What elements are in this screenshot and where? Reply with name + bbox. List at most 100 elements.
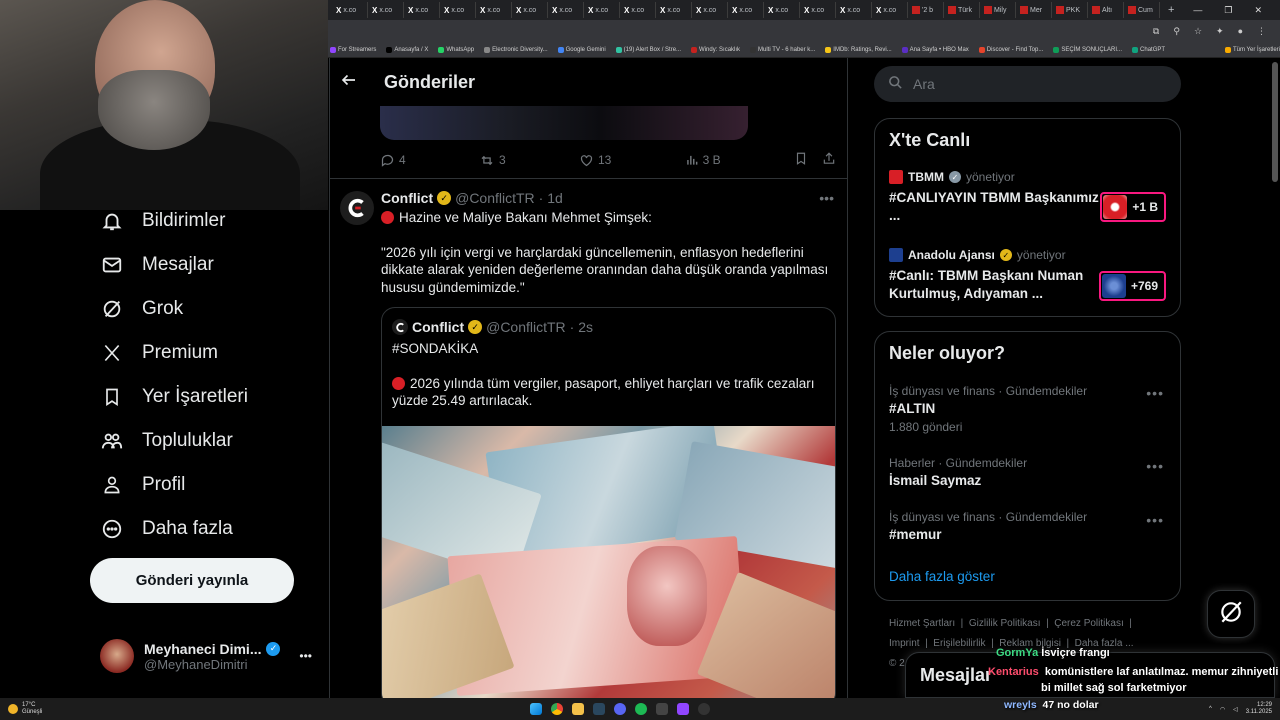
nav-profile[interactable]: Profil (100, 465, 185, 505)
browser-tab[interactable]: Xx.co (656, 2, 692, 18)
tweet-time[interactable]: · 1d (539, 190, 563, 206)
browser-tab[interactable]: Xx.co (440, 2, 476, 18)
extensions-icon[interactable]: ⧉ (1153, 26, 1159, 37)
browser-tab[interactable]: Xx.co (548, 2, 584, 18)
browser-tab[interactable]: XTürk (944, 2, 980, 18)
scrollbar[interactable] (1272, 62, 1278, 182)
bookmark-item[interactable]: WhatsApp (438, 46, 474, 53)
profile-icon[interactable]: ● (1238, 26, 1243, 36)
obs-icon[interactable] (698, 703, 710, 715)
weather-widget[interactable]: 17°C Güneşli (0, 702, 42, 716)
tweet-menu-icon[interactable]: ••• (819, 190, 836, 206)
chevron-up-icon[interactable]: ^ (1209, 706, 1212, 712)
browser-tab[interactable]: Xx.co (620, 2, 656, 18)
zoom-icon[interactable]: ⚲ (1173, 26, 1180, 37)
show-more-link[interactable]: Daha fazla göster (889, 569, 995, 584)
browser-tab[interactable]: Xx.co (692, 2, 728, 18)
trend-item[interactable]: İş dünyası ve finans · Gündemdekiler #me… (889, 510, 1169, 542)
back-arrow-icon[interactable] (340, 71, 358, 94)
banknotes-image[interactable] (382, 426, 835, 698)
tweet-author-name[interactable]: Conflict (381, 190, 433, 206)
footer-link[interactable]: Çerez Politikası (1054, 618, 1123, 629)
live-badge-aa[interactable]: +769 (1098, 271, 1166, 301)
steam-icon[interactable] (593, 703, 605, 715)
browser-tab[interactable]: Xx.co (404, 2, 440, 18)
nav-grok[interactable]: Grok (100, 289, 183, 329)
twitch-icon[interactable] (677, 703, 689, 715)
browser-tab[interactable]: Xx.co (332, 2, 368, 18)
reply-button[interactable]: 4 (380, 153, 406, 168)
trend-item[interactable]: İş dünyası ve finans · Gündemdekiler #AL… (889, 384, 1169, 434)
star-icon[interactable]: ☆ (1194, 26, 1202, 37)
bookmark-item[interactable]: Discover - Find Top... (978, 46, 1043, 53)
browser-tab[interactable]: Xx.co (368, 2, 404, 18)
browser-tab[interactable]: Xx.co (800, 2, 836, 18)
nav-communities[interactable]: Topluluklar (100, 421, 233, 461)
bookmark-item[interactable]: IMDb: Ratings, Revi... (825, 46, 892, 53)
discord-icon[interactable] (614, 703, 626, 715)
nav-premium[interactable]: Premium (100, 333, 218, 373)
repost-button[interactable]: 3 (479, 153, 506, 168)
bookmark-item[interactable]: Electronic Diversity... (484, 46, 548, 53)
browser-tab[interactable]: Xx.co (728, 2, 764, 18)
bookmark-item[interactable]: (19) Alert Box / Stre... (615, 46, 681, 53)
nav-bookmarks[interactable]: Yer İşaretleri (100, 377, 248, 417)
bookmark-item[interactable]: Ana Sayfa • HBO Max (901, 46, 969, 53)
browser-tab[interactable]: XPKK (1052, 2, 1088, 18)
views-button[interactable]: 3 B (685, 153, 721, 167)
chrome-icon[interactable] (551, 703, 563, 715)
browser-tab[interactable]: Xx.co (836, 2, 872, 18)
tweet-author-handle[interactable]: @ConflictTR (455, 190, 535, 206)
browser-tab[interactable]: Xx.co (872, 2, 908, 18)
bookmark-item[interactable]: Windy: Sıcaklık (691, 46, 740, 53)
browser-tab[interactable]: XAltı (1088, 2, 1124, 18)
browser-tab[interactable]: Xx.co (476, 2, 512, 18)
speaker-icon[interactable]: ◁ (1233, 706, 1238, 713)
account-menu-icon[interactable]: ••• (299, 649, 312, 663)
bookmark-item[interactable]: Tüm Yer İşaretleri (1224, 46, 1280, 53)
browser-tab[interactable]: XMer (1016, 2, 1052, 18)
footer-link[interactable]: Gizlilik Politikası (969, 618, 1041, 629)
search-input[interactable]: Ara (874, 66, 1181, 102)
windows-start-icon[interactable] (530, 703, 542, 715)
trend-menu-icon[interactable]: ••• (1146, 385, 1164, 401)
browser-tab[interactable]: Xx.co (512, 2, 548, 18)
puzzle-icon[interactable]: ✦ (1216, 26, 1224, 37)
footer-link[interactable]: Imprint (889, 638, 920, 649)
nav-messages[interactable]: Mesajlar (100, 245, 214, 285)
quoted-tweet[interactable]: Conflict ✓ @ConflictTR · 2s #SONDAKİKA 2… (381, 307, 836, 698)
footer-link[interactable]: Hizmet Şartları (889, 618, 955, 629)
share-icon[interactable] (822, 151, 836, 169)
bookmark-item[interactable]: SEÇİM SONUÇLARI... (1053, 46, 1122, 53)
trend-item[interactable]: Haberler · Gündemdekiler İsmail Saymaz (889, 456, 1169, 488)
wifi-icon[interactable]: ◠ (1220, 706, 1225, 713)
browser-tab[interactable]: X'2 b (908, 2, 944, 18)
folder-icon[interactable] (572, 703, 584, 715)
live-badge-tbmm[interactable]: +1 B (1100, 192, 1166, 222)
trend-menu-icon[interactable]: ••• (1146, 458, 1164, 474)
close-icon[interactable]: ✕ (1254, 5, 1262, 16)
browser-tab[interactable]: Xx.co (584, 2, 620, 18)
bookmark-item[interactable]: ChatGPT (1132, 46, 1165, 53)
browser-tab[interactable]: Xx.co (764, 2, 800, 18)
nav-notifications[interactable]: Bildirimler (100, 201, 225, 241)
clock[interactable]: 12:29 3.11.2025 (1246, 702, 1272, 716)
account-switcher[interactable]: Meyhaneci Dimi... ✓ @MeyhaneDimitri ••• (100, 636, 312, 676)
like-button[interactable]: 13 (579, 153, 611, 168)
bookmark-item[interactable]: Multi TV - 6 haber k... (750, 46, 815, 53)
browser-tab[interactable]: XMily (980, 2, 1016, 18)
bookmark-item[interactable]: Anasayfa / X (386, 46, 428, 53)
spotify-icon[interactable] (635, 703, 647, 715)
bookmark-icon[interactable] (794, 151, 808, 169)
bookmark-item[interactable]: For Streamers (330, 46, 376, 53)
browser-menu-icon[interactable]: ⋮ (1257, 26, 1266, 37)
trend-menu-icon[interactable]: ••• (1146, 512, 1164, 528)
post-button[interactable]: Gönderi yayınla (90, 558, 294, 603)
browser-tab[interactable]: XCum (1124, 2, 1160, 18)
bookmark-item[interactable]: Google Gemini (557, 46, 606, 53)
app-icon[interactable] (656, 703, 668, 715)
new-tab-button[interactable]: + (1160, 4, 1182, 16)
maximize-icon[interactable]: ❐ (1224, 5, 1232, 16)
footer-link[interactable]: Erişilebilirlik (933, 638, 985, 649)
conflict-avatar[interactable] (340, 191, 374, 225)
